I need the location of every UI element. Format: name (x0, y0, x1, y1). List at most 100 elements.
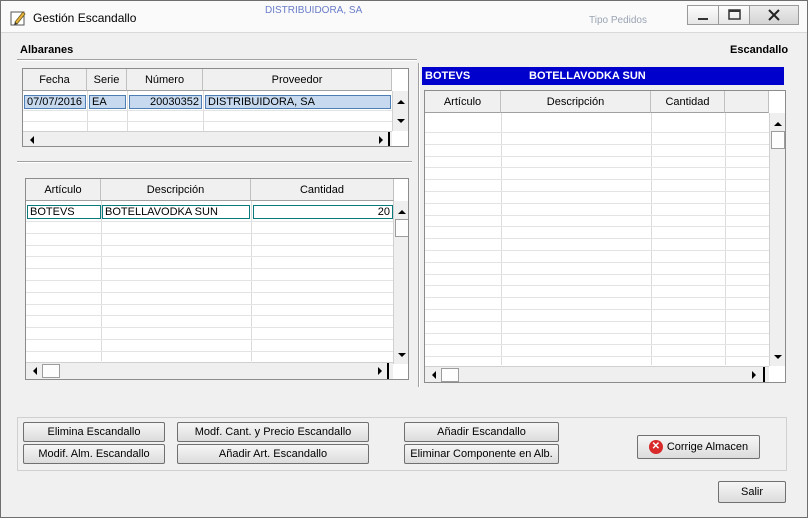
grid-line (425, 132, 769, 133)
column-header-descripcion[interactable]: Descripción (101, 179, 251, 201)
grid-line (26, 291, 393, 293)
lineas-grid[interactable]: Artículo Descripción Cantidad BOTEVS BOT… (25, 178, 409, 380)
grid-line (425, 273, 769, 275)
scroll-thumb[interactable] (441, 368, 459, 382)
escandallo-grid[interactable]: Artículo Descripción Cantidad (424, 90, 786, 383)
column-header-serie[interactable]: Serie (87, 69, 127, 91)
scroll-thumb[interactable] (395, 219, 408, 237)
scroll-edge (763, 367, 765, 382)
anadir-art-escandallo-button[interactable]: Añadir Art. Escandallo (177, 444, 369, 464)
window-title: Gestión Escandallo (33, 11, 137, 25)
close-button[interactable] (749, 5, 799, 25)
scroll-thumb[interactable] (42, 364, 60, 378)
grid-line (425, 155, 769, 157)
eliminar-componente-button[interactable]: Eliminar Componente en Alb. (404, 444, 559, 464)
grid-line (425, 309, 769, 310)
column-header-descripcion[interactable]: Descripción (501, 91, 651, 113)
scroll-edge (387, 363, 389, 379)
scroll-left-icon (33, 367, 37, 375)
grid-line (26, 280, 393, 281)
elimina-escandallo-button[interactable]: Elimina Escandallo (23, 422, 165, 442)
cell-descripcion[interactable]: BOTELLAVODKA SUN (102, 205, 250, 219)
grid-line (26, 327, 393, 329)
grid-line (425, 167, 769, 169)
column-header-empty[interactable] (725, 91, 769, 113)
grid-line (26, 232, 393, 234)
scroll-up-icon (774, 122, 782, 126)
grid-line (425, 320, 769, 322)
column-header-articulo[interactable]: Artículo (26, 179, 101, 201)
grid-line (26, 268, 393, 270)
grid-line (425, 332, 769, 334)
scroll-thumb[interactable] (771, 131, 785, 149)
albaranes-grid[interactable]: Fecha Serie Número Proveedor 07/07/2016 … (22, 68, 409, 147)
column-header-articulo[interactable]: Artículo (425, 91, 501, 113)
lineas-vertical-scrollbar[interactable] (393, 201, 408, 364)
background-text: Tipo Pedidos (589, 15, 647, 26)
cell-cantidad[interactable]: 20 (253, 205, 393, 219)
grid-line (26, 303, 393, 305)
scroll-right-icon (378, 367, 382, 375)
scroll-up-icon (397, 100, 405, 104)
grid-line (26, 339, 393, 340)
scroll-down-icon (397, 119, 405, 123)
scroll-edge (388, 132, 390, 146)
scroll-left-icon (432, 371, 436, 379)
albaranes-vertical-scrollbar[interactable] (392, 91, 408, 131)
scroll-left-icon (30, 136, 34, 144)
minimize-button[interactable] (687, 5, 719, 25)
grid-line (26, 256, 393, 258)
maximize-button[interactable] (718, 5, 750, 25)
cell-proveedor[interactable]: DISTRIBUIDORA, SA (205, 95, 391, 109)
cell-numero[interactable]: 20030352 (129, 95, 202, 109)
modf-cant-precio-button[interactable]: Modf. Cant. y Precio Escandallo (177, 422, 369, 442)
albaranes-label: Albaranes (20, 44, 74, 56)
escandallo-banner: BOTEVS BOTELLAVODKA SUN (422, 67, 784, 85)
grid-line (251, 201, 252, 361)
albaranes-horizontal-scrollbar[interactable] (23, 131, 392, 146)
grid-line (87, 91, 88, 131)
grid-line (425, 143, 769, 145)
error-icon: ✕ (648, 440, 663, 455)
salir-button[interactable]: Salir (718, 481, 786, 503)
grid-line (425, 226, 769, 228)
grid-line (26, 315, 393, 317)
escandallo-horizontal-scrollbar[interactable] (425, 366, 769, 382)
column-header-numero[interactable]: Número (127, 69, 203, 91)
main-window: Gestión Escandallo DISTRIBUIDORA, SA Tip… (0, 0, 808, 518)
cell-fecha[interactable]: 07/07/2016 (24, 95, 86, 109)
close-icon (768, 9, 780, 21)
section-divider (17, 59, 417, 61)
grid-line (425, 238, 769, 240)
cell-serie[interactable]: EA (89, 95, 126, 109)
scroll-right-icon (379, 136, 383, 144)
corrige-almacen-button[interactable]: ✕ Corrige Almacen (637, 435, 760, 459)
title-bar[interactable]: Gestión Escandallo DISTRIBUIDORA, SA Tip… (1, 1, 807, 33)
grid-line (26, 244, 393, 246)
anadir-escandallo-button[interactable]: Añadir Escandallo (404, 422, 559, 442)
grid-line (425, 191, 769, 192)
column-header-fecha[interactable]: Fecha (23, 69, 87, 91)
scroll-up-icon (398, 210, 406, 214)
grid-line (26, 221, 393, 222)
column-header-cantidad[interactable]: Cantidad (651, 91, 725, 113)
corrige-almacen-label: Corrige Almacen (666, 441, 749, 453)
grid-line (127, 91, 128, 131)
grid-line (425, 250, 769, 251)
lineas-horizontal-scrollbar[interactable] (26, 362, 393, 379)
grid-line (23, 110, 392, 111)
app-icon (10, 11, 26, 26)
grid-line (425, 179, 769, 181)
modif-alm-escandallo-button[interactable]: Modif. Alm. Escandallo (23, 444, 165, 464)
cell-articulo[interactable]: BOTEVS (27, 205, 101, 219)
grid-line (26, 350, 393, 352)
grid-line (203, 91, 204, 131)
grid-line (23, 121, 392, 122)
grid-line (425, 214, 769, 216)
column-header-cantidad[interactable]: Cantidad (251, 179, 394, 201)
grid-line (425, 202, 769, 204)
escandallo-vertical-scrollbar[interactable] (769, 113, 785, 366)
minimize-icon (698, 18, 708, 20)
column-header-proveedor[interactable]: Proveedor (203, 69, 392, 91)
banner-article-desc: BOTELLAVODKA SUN (529, 70, 646, 82)
